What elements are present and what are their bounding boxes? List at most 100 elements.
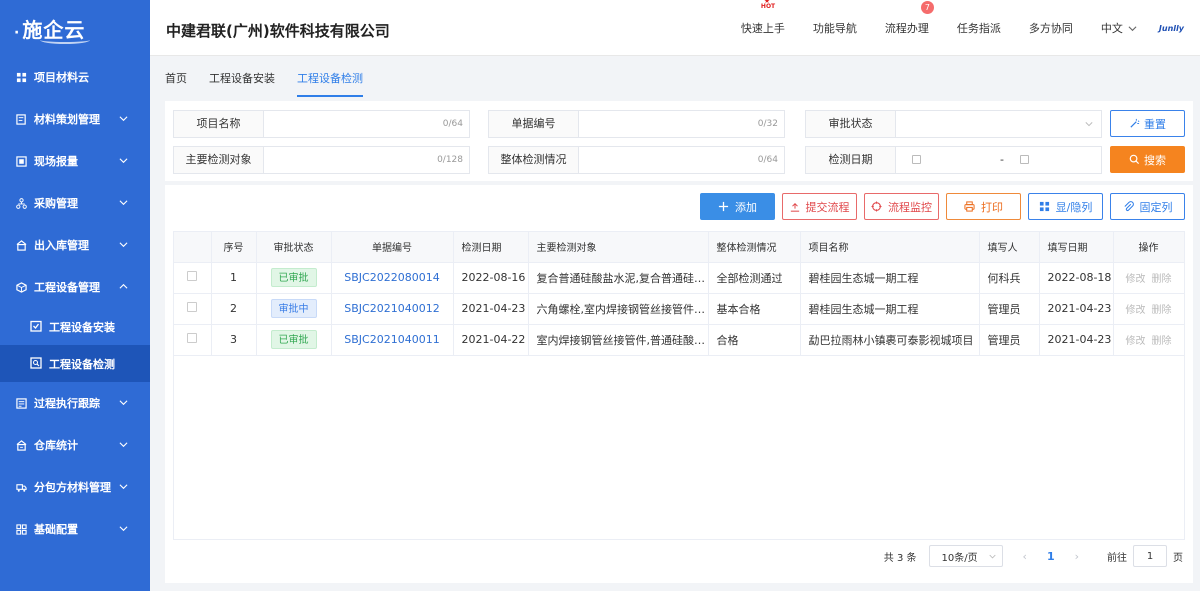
language-label: 中文: [1100, 22, 1123, 35]
sidebar-item-equipment[interactable]: 工程设备管理: [0, 266, 150, 308]
sidebar-subitem-equipment-install[interactable]: 工程设备安装: [0, 308, 150, 345]
current-page[interactable]: 1: [1047, 550, 1055, 563]
chevron-down-icon: [119, 242, 128, 248]
approval-status-select[interactable]: [896, 111, 1101, 137]
sidebar-item-purchase[interactable]: 采购管理: [0, 182, 150, 224]
delete-link[interactable]: 删除: [1152, 274, 1172, 285]
status-badge: 已审批: [270, 268, 317, 287]
print-label: 打印: [981, 200, 1003, 214]
warehouse-icon: [15, 239, 28, 252]
chevron-down-icon: [119, 400, 128, 406]
inspect-icon: [30, 357, 43, 370]
paperclip-icon: [1123, 201, 1134, 212]
sidebar-item-warehouse[interactable]: 出入库管理: [0, 224, 150, 266]
nav-label: 功能导航: [812, 22, 857, 35]
sidebar-nav: 项目材料云 材料策划管理 现场报量 采购管理 出入库管理 工程设备管理 工程设备…: [0, 56, 150, 550]
date-separator: -: [1000, 153, 1004, 166]
edit-link[interactable]: 修改: [1126, 336, 1146, 347]
cell-result: 基本合格: [708, 293, 801, 325]
logo[interactable]: · 施企云: [0, 0, 150, 56]
char-count: 0/32: [757, 119, 778, 129]
nav-task-assign[interactable]: 任务指派: [957, 20, 1001, 36]
edit-link[interactable]: 修改: [1126, 274, 1146, 285]
submit-flow-button[interactable]: 提交流程: [782, 193, 857, 220]
row-checkbox[interactable]: [187, 333, 198, 343]
nav-collaboration[interactable]: 多方协同: [1029, 20, 1073, 36]
chevron-down-icon: [119, 484, 128, 490]
col-header-actions: 操作: [1113, 232, 1185, 263]
cell-result: 合格: [708, 324, 801, 356]
table-row[interactable]: 1 已审批 SBJC2022080014 2022-08-16 复合普通硅酸盐水…: [174, 262, 1185, 294]
config-icon: [15, 523, 28, 536]
nav-quick-start[interactable]: 快速上手 HOT: [741, 0, 785, 36]
inspect-object-input[interactable]: 0/128: [264, 147, 469, 173]
select-all-header: [174, 232, 212, 263]
date-range-picker[interactable]: -: [896, 147, 1101, 173]
nav-process-handle[interactable]: 流程办理 7: [885, 1, 934, 36]
chevron-down-icon: [119, 526, 128, 532]
doc-no-link[interactable]: SBJC2022080014: [344, 271, 439, 284]
sidebar-item-warehouse-stats[interactable]: 仓库统计: [0, 424, 150, 466]
chevron-down-icon: [119, 116, 128, 122]
table-row[interactable]: 3 已审批 SBJC2021040011 2021-04-22 室内焊接钢管丝接…: [174, 324, 1185, 356]
report-icon: [15, 155, 28, 168]
sidebar: · 施企云 项目材料云 材料策划管理 现场报量 采购管理 出入库管理 工程设备管…: [0, 0, 150, 591]
cell-result: 全部检测通过: [708, 262, 801, 294]
sidebar-subitem-equipment-inspect[interactable]: 工程设备检测: [0, 345, 150, 382]
row-checkbox[interactable]: [187, 302, 198, 312]
delete-link[interactable]: 删除: [1152, 305, 1172, 316]
page-size-select[interactable]: 10条/页: [928, 545, 1003, 567]
search-button[interactable]: 搜索: [1110, 146, 1185, 173]
hot-badge: HOT: [761, 0, 775, 10]
tab-equipment-inspect[interactable]: 工程设备检测: [297, 70, 363, 97]
upload-icon: [790, 202, 799, 212]
doc-no-input[interactable]: 0/32: [579, 111, 784, 137]
cell-no: 2: [211, 293, 257, 325]
doc-no-link[interactable]: SBJC2021040011: [344, 333, 439, 346]
edit-link[interactable]: 修改: [1126, 305, 1146, 316]
sidebar-item-label: 出入库管理: [34, 239, 89, 252]
cell-write-date: 2021-04-23: [1039, 293, 1114, 325]
goto-page-input[interactable]: 1: [1133, 545, 1167, 567]
char-count: 0/128: [437, 155, 463, 165]
cell-object: 复合普通硅酸盐水泥,复合普通硅酸盐水泥: [528, 262, 709, 294]
calendar-icon: [1020, 155, 1029, 164]
tab-equipment-install[interactable]: 工程设备安装: [209, 70, 275, 97]
reset-button[interactable]: 重置: [1110, 110, 1185, 137]
sidebar-item-process-tracking[interactable]: 过程执行跟踪: [0, 382, 150, 424]
monitor-flow-button[interactable]: 流程监控: [864, 193, 939, 220]
chevron-up-icon: [119, 283, 128, 289]
filter-label: 项目名称: [174, 111, 264, 137]
sparkle-icon: [1130, 118, 1140, 128]
submit-flow-label: 提交流程: [805, 200, 850, 214]
chevron-down-icon: [119, 200, 128, 206]
filter-inspect-date: 检测日期 -: [805, 146, 1102, 174]
prev-page-icon[interactable]: ‹: [1023, 550, 1027, 563]
print-button[interactable]: 打印: [946, 193, 1021, 220]
header-nav: 快速上手 HOT 功能导航 流程办理 7 任务指派 多方协同 中文 Junlly: [713, 0, 1200, 56]
fix-columns-button[interactable]: 固定列: [1110, 193, 1185, 220]
sidebar-item-project-material-cloud[interactable]: 项目材料云: [0, 56, 150, 98]
doc-no-link[interactable]: SBJC2021040012: [344, 302, 439, 315]
sidebar-item-subcontractor[interactable]: 分包方材料管理: [0, 466, 150, 508]
overall-result-input[interactable]: 0/64: [579, 147, 784, 173]
sidebar-item-site-report[interactable]: 现场报量: [0, 140, 150, 182]
filter-label: 主要检测对象: [174, 147, 264, 173]
project-name-input[interactable]: 0/64: [264, 111, 469, 137]
language-select[interactable]: 中文: [1101, 20, 1137, 36]
toggle-columns-button[interactable]: 显/隐列: [1028, 193, 1103, 220]
sidebar-item-material-planning[interactable]: 材料策划管理: [0, 98, 150, 140]
tab-home[interactable]: 首页: [165, 70, 187, 97]
char-count: 0/64: [757, 155, 778, 165]
add-button[interactable]: 添加: [700, 193, 775, 220]
table-row[interactable]: 2 审批中 SBJC2021040012 2021-04-23 六角螺栓,室内焊…: [174, 293, 1185, 325]
page-tabs: 首页 工程设备安装 工程设备检测: [165, 70, 385, 97]
sidebar-item-base-config[interactable]: 基础配置: [0, 508, 150, 550]
goto-suffix: 页: [1173, 552, 1183, 564]
nav-function-guide[interactable]: 功能导航: [813, 20, 857, 36]
delete-link[interactable]: 删除: [1152, 336, 1172, 347]
next-page-icon[interactable]: ›: [1075, 550, 1079, 563]
sidebar-item-label: 分包方材料管理: [34, 481, 111, 494]
sidebar-item-label: 过程执行跟踪: [34, 397, 100, 410]
row-checkbox[interactable]: [187, 271, 198, 281]
